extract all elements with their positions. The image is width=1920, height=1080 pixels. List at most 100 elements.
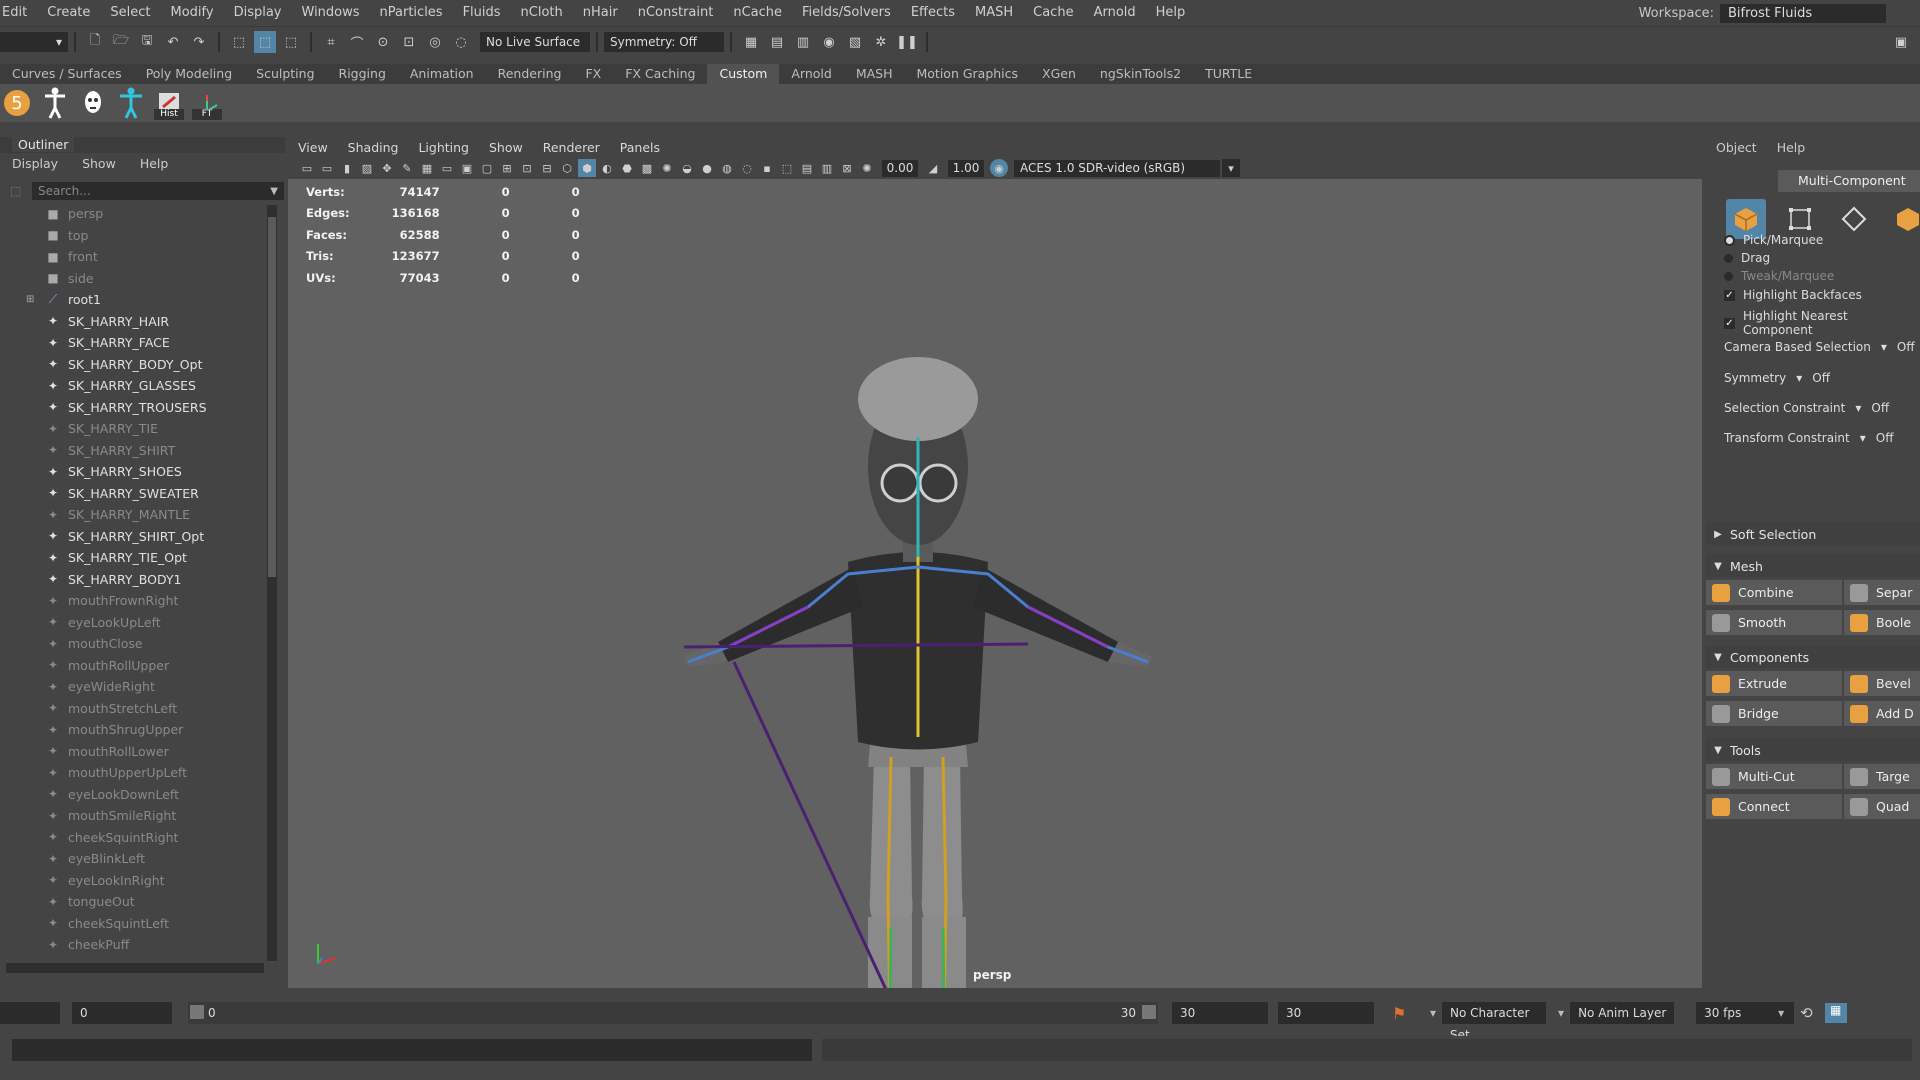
viewport-menu-lighting[interactable]: Lighting [408, 140, 479, 155]
freeze-transform-icon[interactable]: FT [192, 86, 222, 120]
shelf-tab-curves-surfaces[interactable]: Curves / Surfaces [0, 64, 134, 84]
arnold-render-icon[interactable]: ✲ [870, 31, 892, 53]
shelf-tab-rendering[interactable]: Rendering [486, 64, 574, 84]
character-set-dropdown[interactable]: No Character Set [1442, 1002, 1547, 1042]
soft-selection-header[interactable]: ▶ Soft Selection [1706, 523, 1920, 545]
scrollbar-thumb[interactable] [268, 217, 276, 577]
outliner-tab[interactable]: Outliner [12, 137, 75, 152]
render-settings-icon[interactable]: ▥ [792, 31, 814, 53]
menu-effects[interactable]: Effects [901, 0, 965, 26]
outliner-item[interactable]: ✦ mouthShrugUpper [0, 719, 270, 741]
range-slider[interactable]: 0 30 [188, 1002, 1158, 1024]
bevel-button[interactable]: Bevel [1844, 671, 1920, 696]
viewport-menu-renderer[interactable]: Renderer [533, 140, 610, 155]
field-chart-icon[interactable]: ⊞ [498, 159, 516, 177]
mesh-section-header[interactable]: ▼ Mesh [1706, 555, 1920, 577]
menu-select[interactable]: Select [100, 0, 160, 26]
redo-icon[interactable]: ↷ [188, 31, 210, 53]
shelf-tab-fx[interactable]: FX [573, 64, 613, 84]
outliner-item[interactable]: ✦ SK_HARRY_GLASSES [0, 375, 270, 397]
shelf-tab-motion-graphics[interactable]: Motion Graphics [904, 64, 1030, 84]
shelf-tab-fx-caching[interactable]: FX Caching [613, 64, 707, 84]
outliner-item[interactable]: ✦ cheekSquintLeft [0, 913, 270, 935]
separate-button[interactable]: Separ [1844, 580, 1920, 605]
default-material-icon[interactable]: ◐ [598, 159, 616, 177]
shelf-tab-rigging[interactable]: Rigging [327, 64, 398, 84]
wireframe-icon[interactable]: ⬡ [558, 159, 576, 177]
shelf-tab-custom[interactable]: Custom [707, 64, 780, 84]
hypershade-icon[interactable]: ◉ [818, 31, 840, 53]
render-frame-icon[interactable]: ▦ [740, 31, 762, 53]
isolate-select-icon[interactable]: ⬚ [778, 159, 796, 177]
menu-arnold[interactable]: Arnold [1084, 0, 1146, 26]
menuset-dropdown[interactable]: ▾ [0, 32, 68, 52]
outliner-item[interactable]: ✦ mouthRollLower [0, 741, 270, 763]
smooth-button[interactable]: Smooth [1706, 610, 1842, 635]
outliner-item[interactable]: ✦ SK_HARRY_TROUSERS [0, 397, 270, 419]
view-transform-dropdown[interactable]: ACES 1.0 SDR-video (sRGB) [1014, 159, 1220, 177]
menu-mash[interactable]: MASH [965, 0, 1023, 26]
chevron-down-icon[interactable]: ▼ [270, 186, 278, 197]
extrude-button[interactable]: Extrude [1706, 671, 1842, 696]
shelf-tab-ngskintools2[interactable]: ngSkinTools2 [1088, 64, 1193, 84]
outliner-item[interactable]: ✦ SK_HARRY_SWEATER [0, 483, 270, 505]
toolkit-menu-help[interactable]: Help [1767, 140, 1816, 155]
exposure-field[interactable]: 0.00 [882, 159, 918, 177]
outliner-search-input[interactable]: Search... [32, 182, 285, 200]
face-mask-icon[interactable] [78, 86, 108, 120]
bookmark-icon[interactable]: ▮ [338, 159, 356, 177]
xray-icon[interactable]: ▤ [798, 159, 816, 177]
pause-icon[interactable]: ❚❚ [896, 31, 918, 53]
backface-culling-icon[interactable]: ⊠ [838, 159, 856, 177]
edge-mode-icon[interactable] [1834, 199, 1874, 239]
outliner-item[interactable]: ✦ SK_HARRY_SHOES [0, 461, 270, 483]
shadows-icon[interactable]: ◒ [678, 159, 696, 177]
outliner-item[interactable]: ✦ eyeLookInRight [0, 870, 270, 892]
symmetry-option[interactable]: Symmetry ▾ Off [1724, 371, 1830, 385]
joint-figure-icon[interactable] [116, 86, 146, 120]
depth-of-field-icon[interactable]: ▪ [758, 159, 776, 177]
shelf-tab-mash[interactable]: MASH [844, 64, 905, 84]
anti-aliasing-icon[interactable]: ◌ [738, 159, 756, 177]
textured-icon[interactable]: ▩ [638, 159, 656, 177]
grease-pencil-icon[interactable]: ✎ [398, 159, 416, 177]
anim-prefs-icon[interactable]: ▦ [1824, 1003, 1847, 1023]
select-object-icon[interactable]: ⬚ [254, 31, 276, 53]
viewport-menu-panels[interactable]: Panels [610, 140, 670, 155]
outliner-hscrollbar[interactable] [6, 963, 264, 973]
transform-constraint-option[interactable]: Transform Constraint ▾ Off [1724, 431, 1893, 445]
menu-windows[interactable]: Windows [292, 0, 370, 26]
snap-point-icon[interactable]: ⊙ [372, 31, 394, 53]
image-plane-icon[interactable]: ▨ [358, 159, 376, 177]
shelf-tab-turtle[interactable]: TURTLE [1193, 64, 1264, 84]
motion-blur-icon[interactable]: ◍ [718, 159, 736, 177]
outliner-item[interactable]: ✦ SK_HARRY_TIE_Opt [0, 547, 270, 569]
render-view-icon[interactable]: ▤ [766, 31, 788, 53]
shelf-tab-poly-modeling[interactable]: Poly Modeling [134, 64, 244, 84]
outliner-scrollbar[interactable] [267, 205, 277, 961]
outliner-item[interactable]: ■ front [0, 246, 270, 268]
tools-section-header[interactable]: ▼ Tools [1706, 739, 1920, 761]
outliner-menu-display[interactable]: Display [0, 156, 70, 171]
shelf-tab-arnold[interactable]: Arnold [779, 64, 843, 84]
camera-select-icon[interactable]: ▭ [298, 159, 316, 177]
ipr-render-icon[interactable]: ▧ [844, 31, 866, 53]
menu-nparticles[interactable]: nParticles [370, 0, 453, 26]
outliner-item[interactable]: ✦ mouthUpperUpLeft [0, 762, 270, 784]
menu-nhair[interactable]: nHair [573, 0, 628, 26]
menu-modify[interactable]: Modify [161, 0, 224, 26]
outliner-item[interactable]: ✦ mouthStretchLeft [0, 698, 270, 720]
outliner-item[interactable]: ✦ mouthFrownRight [0, 590, 270, 612]
workspace-dropdown[interactable]: Bifrost Fluids [1720, 3, 1886, 23]
outliner-item[interactable]: ✦ eyeLookDownLeft [0, 784, 270, 806]
smooth-shade-icon[interactable]: ⬢ [578, 159, 596, 177]
pick-marquee-radio[interactable]: Pick/Marquee [1724, 233, 1823, 247]
snap-surface-icon[interactable]: ◎ [424, 31, 446, 53]
multi-component-button[interactable]: Multi-Component [1778, 170, 1920, 192]
connect-button[interactable]: Connect [1706, 794, 1842, 819]
outliner-item[interactable]: ✦ eyeWideRight [0, 676, 270, 698]
open-scene-icon[interactable]: 🗁 [110, 31, 132, 53]
toolkit-menu-object[interactable]: Object [1706, 140, 1767, 155]
film-gate-icon[interactable]: ▭ [438, 159, 456, 177]
shelf-tab-sculpting[interactable]: Sculpting [244, 64, 326, 84]
